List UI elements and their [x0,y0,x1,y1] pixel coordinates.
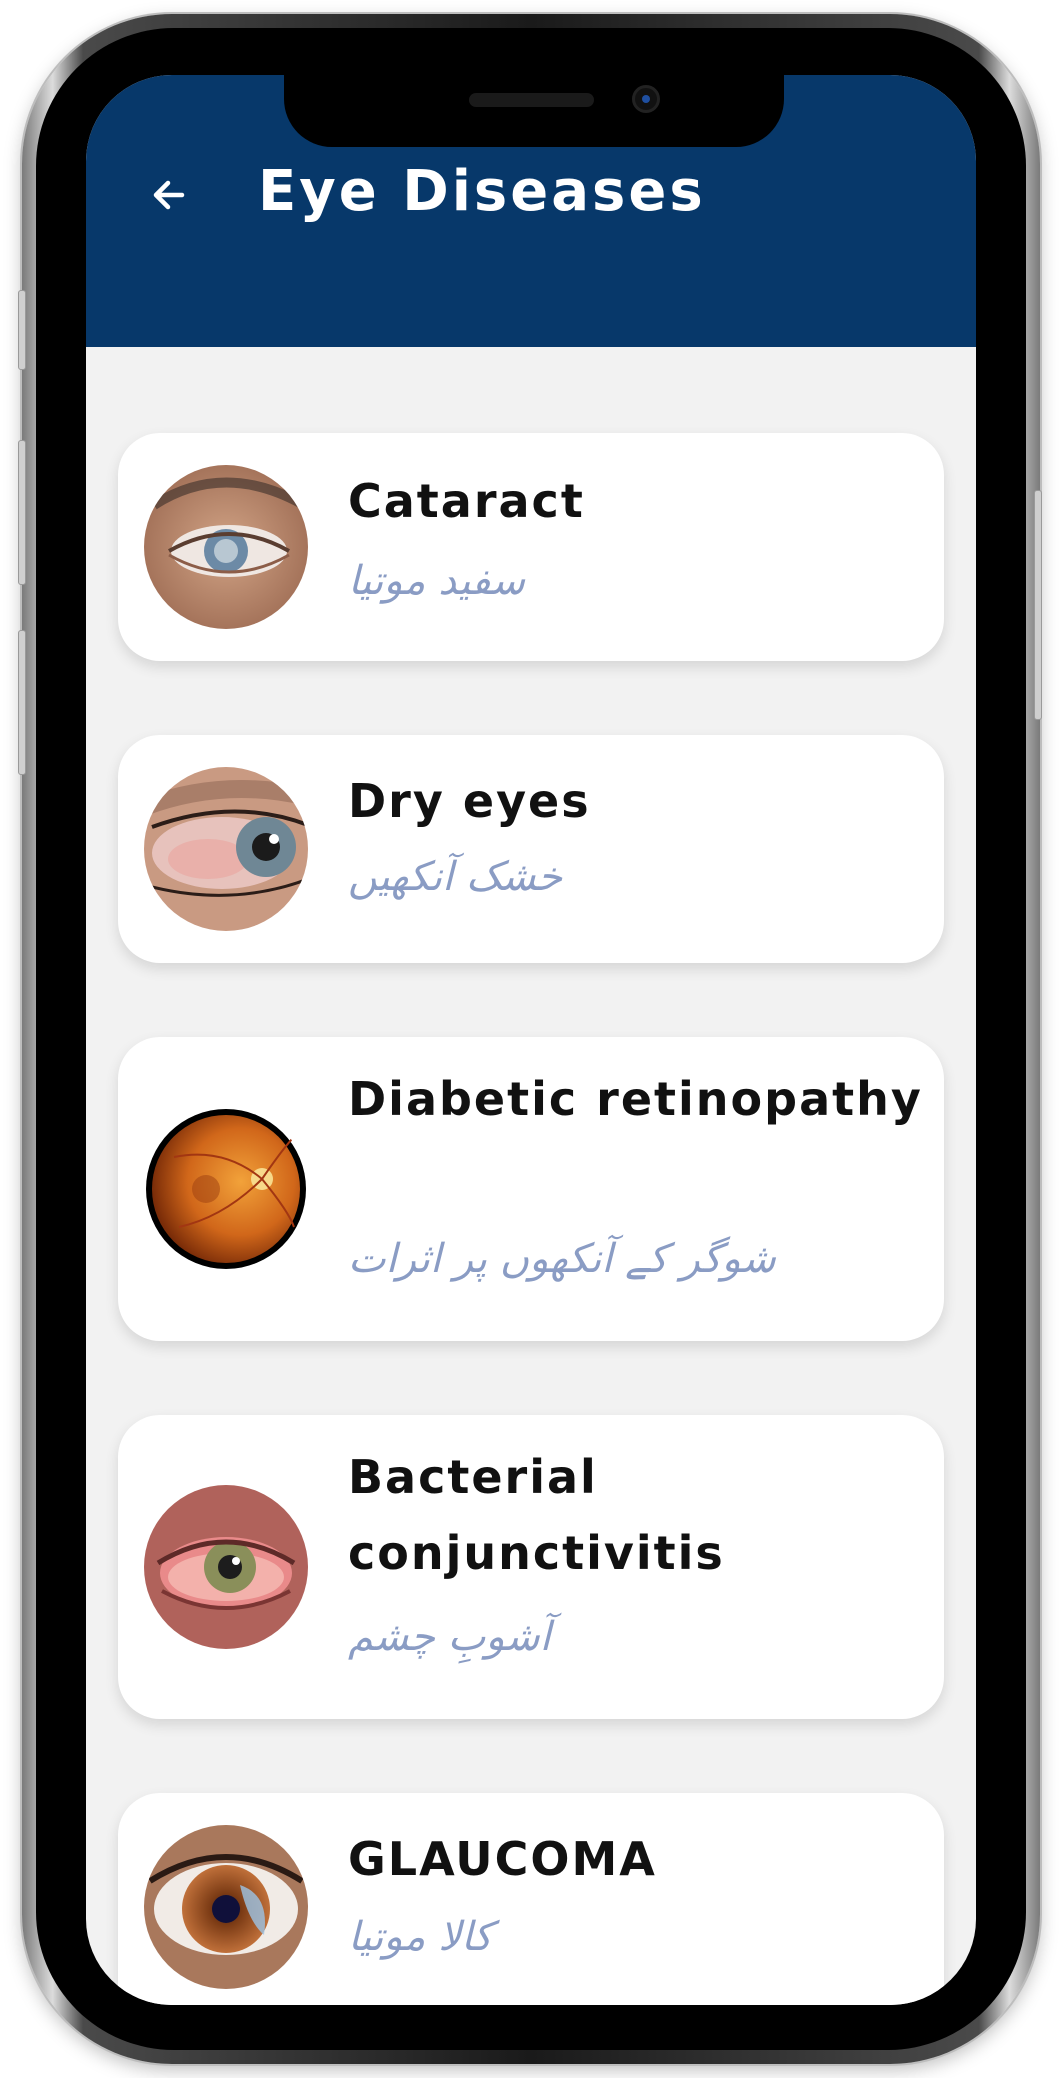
card-subtitle-urdu: شوگر کے آنکھوں پر اثرات [348,1236,776,1282]
back-arrow-icon[interactable] [142,167,198,223]
cataract-eye-image [144,465,308,629]
disease-card-cataract[interactable]: Cataract سفید موتیا [118,433,944,661]
speaker-grille [469,93,594,107]
disease-card-dry-eyes[interactable]: Dry eyes خشک آنکھیں [118,735,944,963]
disease-card-bacterial-conjunctivitis[interactable]: Bacterial conjunctivitis آشوبِ چشم [118,1415,944,1719]
card-title: GLAUCOMA [348,1832,657,1886]
card-title: Cataract [348,474,585,528]
card-title: Bacterial conjunctivitis [348,1450,725,1580]
page-title: Eye Diseases [258,159,706,224]
card-title: Dry eyes [348,774,591,828]
notch [284,75,784,147]
app-screen: Eye Diseases Cataract سفید موتیا Dry eye… [86,75,976,2005]
conjunctivitis-eye-image [144,1485,308,1649]
volume-up-button [18,440,26,585]
retina-fundus-image [144,1107,308,1271]
card-title: Diabetic retinopathy [348,1072,923,1126]
card-subtitle-urdu: آشوبِ چشم [348,1614,551,1660]
glaucoma-eye-image [144,1825,308,1989]
disease-card-diabetic-retinopathy[interactable]: Diabetic retinopathy شوگر کے آنکھوں پر ا… [118,1037,944,1341]
mute-switch [18,290,26,370]
disease-card-glaucoma[interactable]: GLAUCOMA کالا موتیا [118,1793,944,2005]
card-subtitle-urdu: کالا موتیا [348,1914,493,1960]
volume-down-button [18,630,26,775]
power-button [1034,490,1042,720]
dry-eye-image [144,767,308,931]
card-subtitle-urdu: خشک آنکھیں [348,854,563,900]
front-camera [632,85,660,113]
card-subtitle-urdu: سفید موتیا [348,558,526,604]
